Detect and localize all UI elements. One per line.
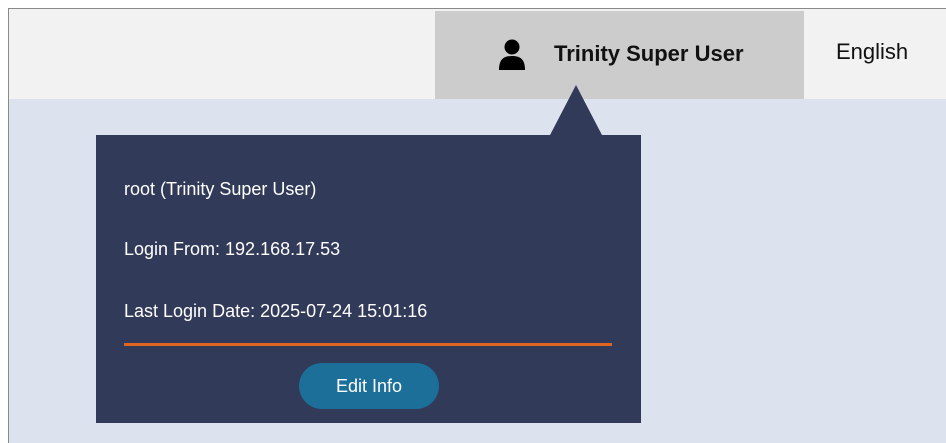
user-name: Trinity Super User [554,41,744,66]
account-name: root (Trinity Super User) [124,179,317,199]
edit-info-button[interactable]: Edit Info [299,363,439,409]
app-frame: Trinity Super User English root (Trinity… [8,8,946,443]
popover-arrow [549,85,603,137]
divider [124,343,612,346]
user-menu-button[interactable]: Trinity Super User [435,11,804,99]
top-bar: Trinity Super User English [9,9,946,99]
user-icon [499,39,525,70]
language-selector[interactable]: English [836,39,908,65]
user-info-popover: root (Trinity Super User) Login From: 19… [96,135,641,423]
last-login-date: Last Login Date: 2025-07-24 15:01:16 [124,301,428,321]
login-from: Login From: 192.168.17.53 [124,239,341,259]
